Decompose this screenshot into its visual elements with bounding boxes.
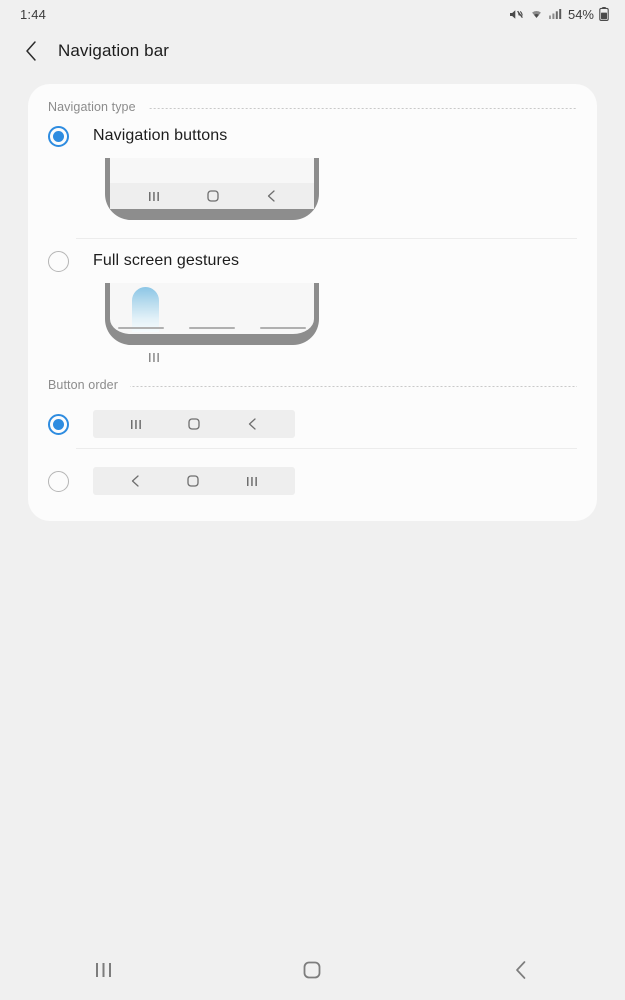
preview-nav-strip bbox=[110, 183, 314, 209]
status-icons: 54% bbox=[509, 7, 609, 22]
button-order-preview-2 bbox=[93, 467, 295, 495]
battery-percent-label: 54% bbox=[567, 6, 594, 22]
chevron-left-icon bbox=[24, 40, 38, 62]
phone-mockup bbox=[105, 158, 319, 220]
signal-icon bbox=[548, 8, 562, 20]
settings-card: Navigation type Navigation buttons Full … bbox=[28, 84, 597, 521]
home-icon bbox=[301, 959, 323, 981]
system-recents-button[interactable] bbox=[69, 945, 139, 995]
dotted-rule-button-order bbox=[130, 386, 577, 387]
recents-icon bbox=[129, 418, 143, 431]
divider-button-order bbox=[76, 448, 577, 449]
gesture-caption bbox=[147, 351, 319, 364]
gesture-hint-bar bbox=[260, 326, 306, 329]
home-icon bbox=[187, 417, 201, 431]
battery-icon bbox=[599, 7, 609, 21]
option-navigation-buttons[interactable]: Navigation buttons bbox=[28, 114, 597, 220]
section-label-navigation-type: Navigation type bbox=[48, 100, 136, 114]
gesture-hint-bar bbox=[118, 326, 164, 329]
gesture-hint-bar bbox=[189, 326, 235, 329]
option-full-screen-gestures-row[interactable]: Full screen gestures bbox=[48, 239, 577, 283]
back-icon bbox=[265, 189, 278, 203]
wifi-icon bbox=[529, 8, 544, 20]
recents-icon bbox=[147, 190, 161, 203]
option-label-full-screen-gestures: Full screen gestures bbox=[93, 252, 240, 269]
dotted-rule bbox=[147, 108, 577, 109]
status-bar: 1:44 54% bbox=[0, 0, 625, 28]
option-full-screen-gestures[interactable]: Full screen gestures bbox=[28, 239, 597, 364]
gesture-screen bbox=[110, 283, 314, 334]
system-navigation-bar bbox=[0, 940, 625, 1000]
mute-icon bbox=[509, 8, 524, 21]
radio-navigation-buttons[interactable] bbox=[48, 125, 69, 147]
section-header-navigation-type: Navigation type bbox=[28, 84, 597, 114]
recents-icon bbox=[245, 475, 259, 488]
home-icon bbox=[186, 474, 200, 488]
button-order-preview-1 bbox=[93, 410, 295, 438]
status-clock: 1:44 bbox=[20, 6, 47, 22]
home-icon bbox=[206, 189, 220, 203]
system-home-button[interactable] bbox=[277, 945, 347, 995]
recents-icon bbox=[93, 960, 115, 980]
preview-navigation-buttons bbox=[48, 158, 577, 220]
section-label-button-order: Button order bbox=[48, 378, 118, 392]
swipe-up-indicator bbox=[132, 287, 159, 332]
system-back-button[interactable] bbox=[486, 945, 556, 995]
option-label-navigation-buttons: Navigation buttons bbox=[93, 127, 228, 144]
back-icon bbox=[511, 959, 531, 981]
phone-frame-gestures bbox=[105, 283, 319, 345]
radio-full-screen-gestures[interactable] bbox=[48, 250, 69, 272]
option-navigation-buttons-row[interactable]: Navigation buttons bbox=[48, 114, 577, 158]
page-title: Navigation bar bbox=[58, 41, 170, 60]
gesture-hint-bars bbox=[110, 326, 314, 329]
back-icon bbox=[129, 474, 142, 488]
page-header: Navigation bar bbox=[0, 28, 625, 74]
radio-button-order-2[interactable] bbox=[48, 470, 69, 492]
back-icon bbox=[246, 417, 259, 431]
preview-full-screen-gestures bbox=[48, 283, 577, 364]
section-header-button-order: Button order bbox=[28, 364, 597, 392]
button-order-option-2[interactable] bbox=[28, 457, 597, 505]
phone-mockup-gestures bbox=[105, 283, 319, 364]
phone-frame bbox=[105, 158, 319, 220]
radio-button-order-1[interactable] bbox=[48, 413, 69, 435]
button-order-option-1[interactable] bbox=[28, 400, 597, 448]
back-button[interactable] bbox=[18, 38, 44, 64]
